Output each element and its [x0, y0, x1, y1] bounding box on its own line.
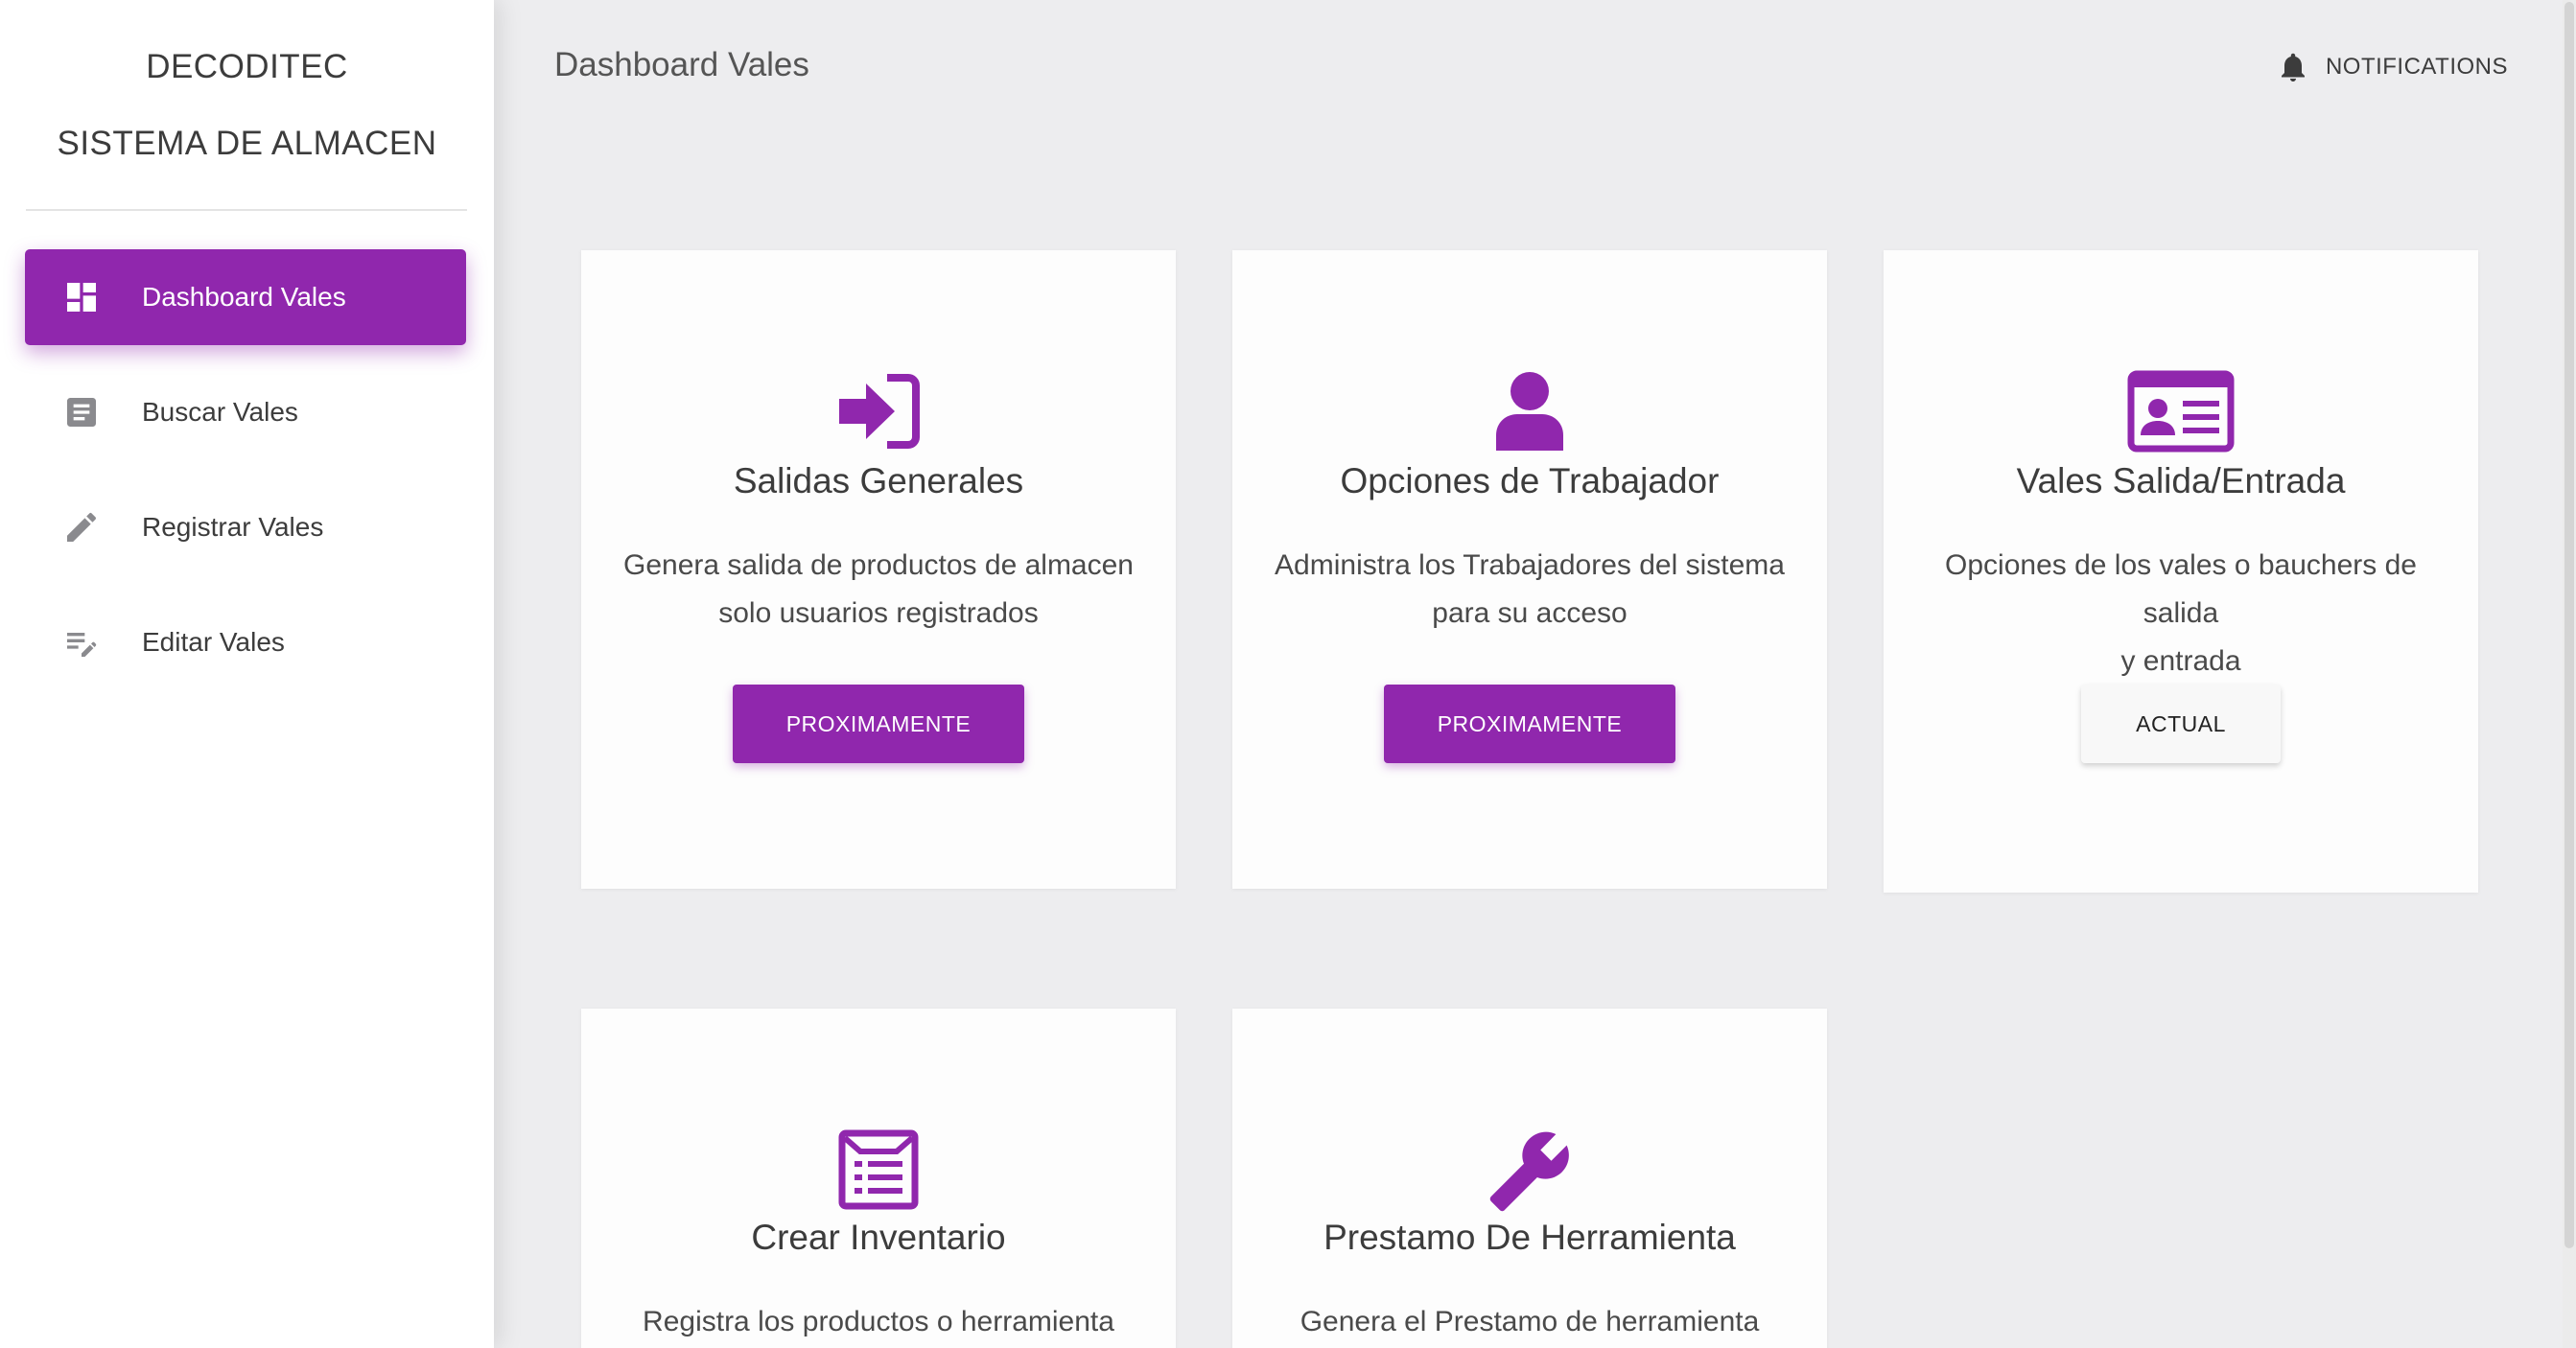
sidebar-item-label: Registrar Vales [142, 512, 324, 542]
card-crear-inventario: Crear Inventario Registra los productos … [581, 1009, 1176, 1348]
wrench-icon [1232, 1128, 1827, 1215]
sidebar-item-label: Buscar Vales [142, 397, 298, 427]
card-opciones-trabajador: Opciones de Trabajador Administra los Tr… [1232, 250, 1827, 889]
notifications-label: NOTIFICATIONS [2325, 54, 2508, 80]
sidebar-item-label: Editar Vales [142, 627, 285, 657]
sidebar-item-buscar-vales[interactable]: Buscar Vales [25, 364, 466, 460]
bell-icon [2276, 50, 2310, 84]
sidebar-item-editar-vales[interactable]: Editar Vales [25, 594, 466, 690]
card-description-line: Genera salida de productos de almacen [622, 549, 1134, 581]
sidebar-divider [26, 209, 467, 211]
scrollbar[interactable] [2563, 0, 2576, 1348]
card-description: Genera salida de productos de almacen so… [620, 542, 1137, 638]
card-description: Administra los Trabajadores del sistema … [1271, 542, 1789, 638]
brand-subtitle: SISTEMA DE ALMACEN [57, 125, 437, 162]
proximamente-button[interactable]: PROXIMAMENTE [733, 685, 1024, 763]
card-title: Vales Salida/Entrada [2016, 461, 2346, 500]
card-prestamo-herramienta: Prestamo De Herramienta Genera el Presta… [1232, 1009, 1827, 1348]
id-card-icon [1884, 370, 2478, 453]
card-vales-salida-entrada: Vales Salida/Entrada Opciones de los val… [1884, 250, 2478, 893]
card-description-line: Administra los Trabajadores del sistema [1275, 549, 1785, 581]
notifications-button[interactable]: NOTIFICATIONS [2276, 50, 2508, 84]
card-description-line: para su acceso [1432, 597, 1628, 629]
card-title: Opciones de Trabajador [1340, 461, 1720, 500]
card-description-line: solo usuarios registrados [718, 597, 1039, 629]
card-title: Prestamo De Herramienta [1323, 1218, 1736, 1257]
dashboard-icon [61, 277, 102, 317]
sidebar-item-dashboard-vales[interactable]: Dashboard Vales [25, 249, 466, 345]
sign-in-icon [581, 370, 1176, 453]
card-title: Crear Inventario [751, 1218, 1006, 1257]
card-title: Salidas Generales [733, 461, 1024, 500]
card-description: Registra los productos o herramienta del [620, 1298, 1137, 1348]
edit-list-icon [61, 622, 102, 662]
document-icon [61, 392, 102, 432]
brand-name: DECODITEC [146, 48, 348, 85]
card-description-line: Opciones de los vales o bauchers de sali… [1945, 549, 2417, 629]
sidebar-item-registrar-vales[interactable]: Registrar Vales [25, 479, 466, 575]
sidebar-item-label: Dashboard Vales [142, 282, 346, 312]
card-description-line: Registra los productos o herramienta del [643, 1306, 1114, 1337]
app-window: DECODITEC SISTEMA DE ALMACEN Dashboard V… [0, 0, 2576, 1348]
main-content: Dashboard Vales NOTIFICATIONS Salidas Ge… [494, 0, 2576, 1348]
card-description: Opciones de los vales o bauchers de sali… [1922, 542, 2440, 686]
proximamente-button[interactable]: PROXIMAMENTE [1384, 685, 1675, 763]
actual-button[interactable]: ACTUAL [2081, 685, 2281, 763]
card-description: Genera el Prestamo de herramienta para u… [1271, 1298, 1789, 1348]
user-icon [1232, 370, 1827, 453]
scrollbar-thumb[interactable] [2564, 2, 2574, 1248]
page-title: Dashboard Vales [554, 46, 809, 83]
sidebar: DECODITEC SISTEMA DE ALMACEN Dashboard V… [0, 0, 494, 1348]
card-description-line: y entrada [2120, 645, 2241, 677]
inventory-list-icon [581, 1128, 1176, 1211]
sidebar-nav: Dashboard Vales Buscar Vales Registrar V… [25, 249, 466, 709]
pencil-icon [61, 507, 102, 547]
card-description-line: Genera el Prestamo de herramienta para u… [1300, 1306, 1760, 1337]
card-salidas-generales: Salidas Generales Genera salida de produ… [581, 250, 1176, 889]
